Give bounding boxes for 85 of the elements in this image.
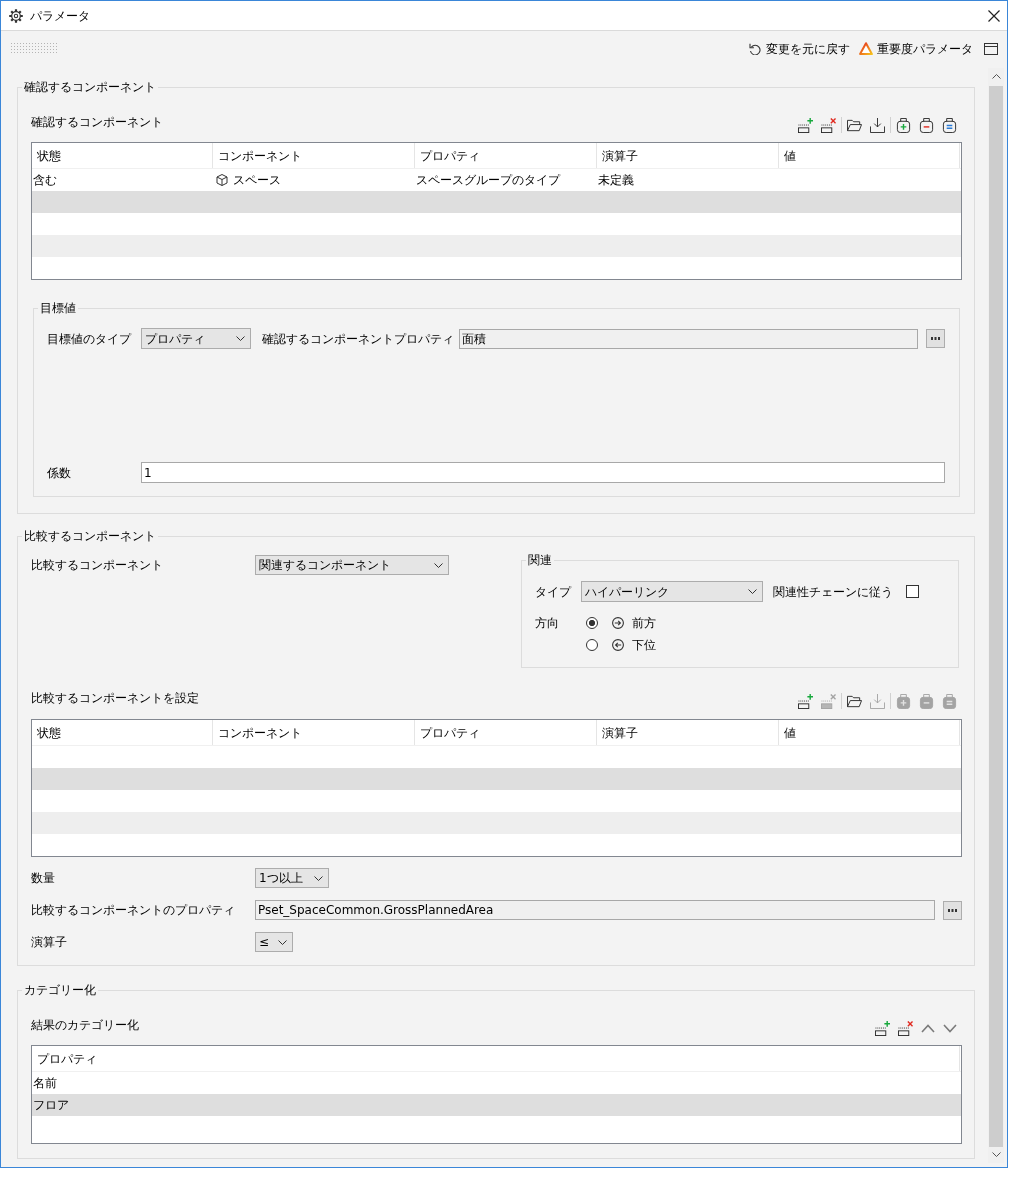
column-header[interactable]: 値: [779, 720, 960, 745]
field-label: 目標値のタイプ: [47, 330, 133, 347]
dropdown[interactable]: プロパティ: [141, 328, 251, 349]
window-title: パラメータ: [30, 7, 90, 24]
group-title: 関連: [527, 553, 553, 567]
table-cell-text: 未定義: [597, 172, 635, 189]
column-header[interactable]: 状態: [32, 143, 213, 168]
column-header[interactable]: コンポーネント: [213, 143, 415, 168]
circled-arrow-left-icon: [612, 639, 624, 651]
column-header[interactable]: 値: [779, 143, 960, 168]
scroll-up-icon[interactable]: [991, 74, 1001, 79]
section-label: 結果のカテゴリー化: [31, 1017, 139, 1033]
radio-label: 下位: [632, 637, 656, 653]
group-title: 確認するコンポーネント: [23, 80, 157, 94]
add-row-icon[interactable]: [798, 693, 813, 709]
table-cell: フロア: [33, 1097, 69, 1113]
circled-arrow-right-icon: [612, 617, 624, 629]
close-icon[interactable]: [988, 9, 1000, 22]
group-title: 比較するコンポーネント: [23, 529, 157, 543]
checkbox-label: 関連性チェーンに従う: [773, 583, 893, 600]
scrollbar-thumb[interactable]: [989, 86, 1003, 1147]
dropdown[interactable]: 1つ以上: [255, 868, 329, 888]
column-header[interactable]: 演算子: [597, 143, 779, 168]
browse-button[interactable]: [943, 900, 962, 920]
column-header[interactable]: プロパティ: [415, 720, 597, 745]
chevron-down-icon: [434, 562, 443, 568]
checkbox[interactable]: [906, 585, 919, 598]
group-title: カテゴリー化: [23, 983, 97, 997]
download-icon[interactable]: [870, 117, 885, 133]
text-field[interactable]: 面積: [459, 328, 918, 349]
bag-minus-icon[interactable]: [919, 117, 934, 133]
radio-button[interactable]: [586, 617, 598, 629]
undo-button[interactable]: 変更を元に戻す: [749, 40, 850, 57]
column-header[interactable]: プロパティ: [32, 1046, 960, 1071]
ellipsis-icon: [931, 337, 940, 340]
section-label: 確認するコンポーネント: [31, 114, 163, 130]
field-label: 比較するコンポーネントのプロパティ: [31, 902, 236, 918]
text-field[interactable]: Pset_SpaceCommon.GrossPlannedArea: [255, 900, 935, 920]
folder-icon[interactable]: [847, 117, 862, 133]
column-header[interactable]: 演算子: [597, 720, 779, 745]
field-label: 比較するコンポーネント: [31, 557, 164, 573]
field-label: タイプ: [535, 583, 573, 600]
table-cell-text: 含む: [32, 172, 58, 189]
cube-icon: [216, 174, 228, 186]
table-row[interactable]: フロア: [32, 1094, 961, 1116]
table-cell: スペース: [233, 172, 281, 188]
ellipsis-icon: [948, 908, 957, 912]
table-cell-text: スペースグループのタイプ: [415, 172, 562, 189]
dropdown[interactable]: ≤: [255, 932, 293, 952]
field-label: 方向: [535, 615, 560, 632]
chevron-down-icon: [314, 875, 323, 881]
chevron-down-icon: [236, 336, 245, 341]
panel-layout-icon[interactable]: [984, 42, 998, 55]
field-label: 数量: [31, 870, 56, 886]
dropdown[interactable]: 関連するコンポーネント: [255, 555, 449, 575]
field-label: 係数: [47, 464, 72, 481]
radio-label: 前方: [632, 615, 656, 631]
undo-icon: [749, 42, 761, 55]
section-label: 比較するコンポーネントを設定: [31, 690, 199, 706]
group-title: 目標値: [39, 301, 77, 315]
chevron-down-icon: [748, 589, 757, 594]
bag-plus-icon[interactable]: [896, 117, 911, 133]
radio-button[interactable]: [586, 639, 598, 651]
add-row-icon[interactable]: [798, 117, 813, 133]
add-row-icon[interactable]: [875, 1020, 890, 1036]
chevron-down-icon[interactable]: [943, 1023, 957, 1033]
scroll-down-icon[interactable]: [991, 1152, 1001, 1157]
triangle-icon: [859, 42, 873, 55]
column-header[interactable]: プロパティ: [415, 143, 597, 168]
column-header[interactable]: コンポーネント: [213, 720, 415, 745]
remove-row-icon[interactable]: [821, 117, 836, 133]
column-header[interactable]: 状態: [32, 720, 213, 745]
bag-equals-icon[interactable]: [942, 117, 957, 133]
table-cell-text: 名前: [32, 1075, 58, 1092]
severity-parameters-button[interactable]: 重要度パラメータ: [859, 40, 973, 57]
text-field[interactable]: 1: [141, 462, 945, 483]
settings-icon: [9, 8, 23, 23]
browse-button[interactable]: [926, 329, 945, 348]
field-label: 演算子: [31, 934, 68, 950]
remove-row-icon[interactable]: [898, 1020, 913, 1036]
chevron-up-icon[interactable]: [921, 1023, 935, 1033]
folder-icon[interactable]: [847, 693, 862, 709]
field-label: 確認するコンポーネントプロパティ: [262, 330, 455, 347]
chevron-down-icon: [278, 939, 287, 945]
dropdown[interactable]: ハイパーリンク: [581, 581, 763, 602]
